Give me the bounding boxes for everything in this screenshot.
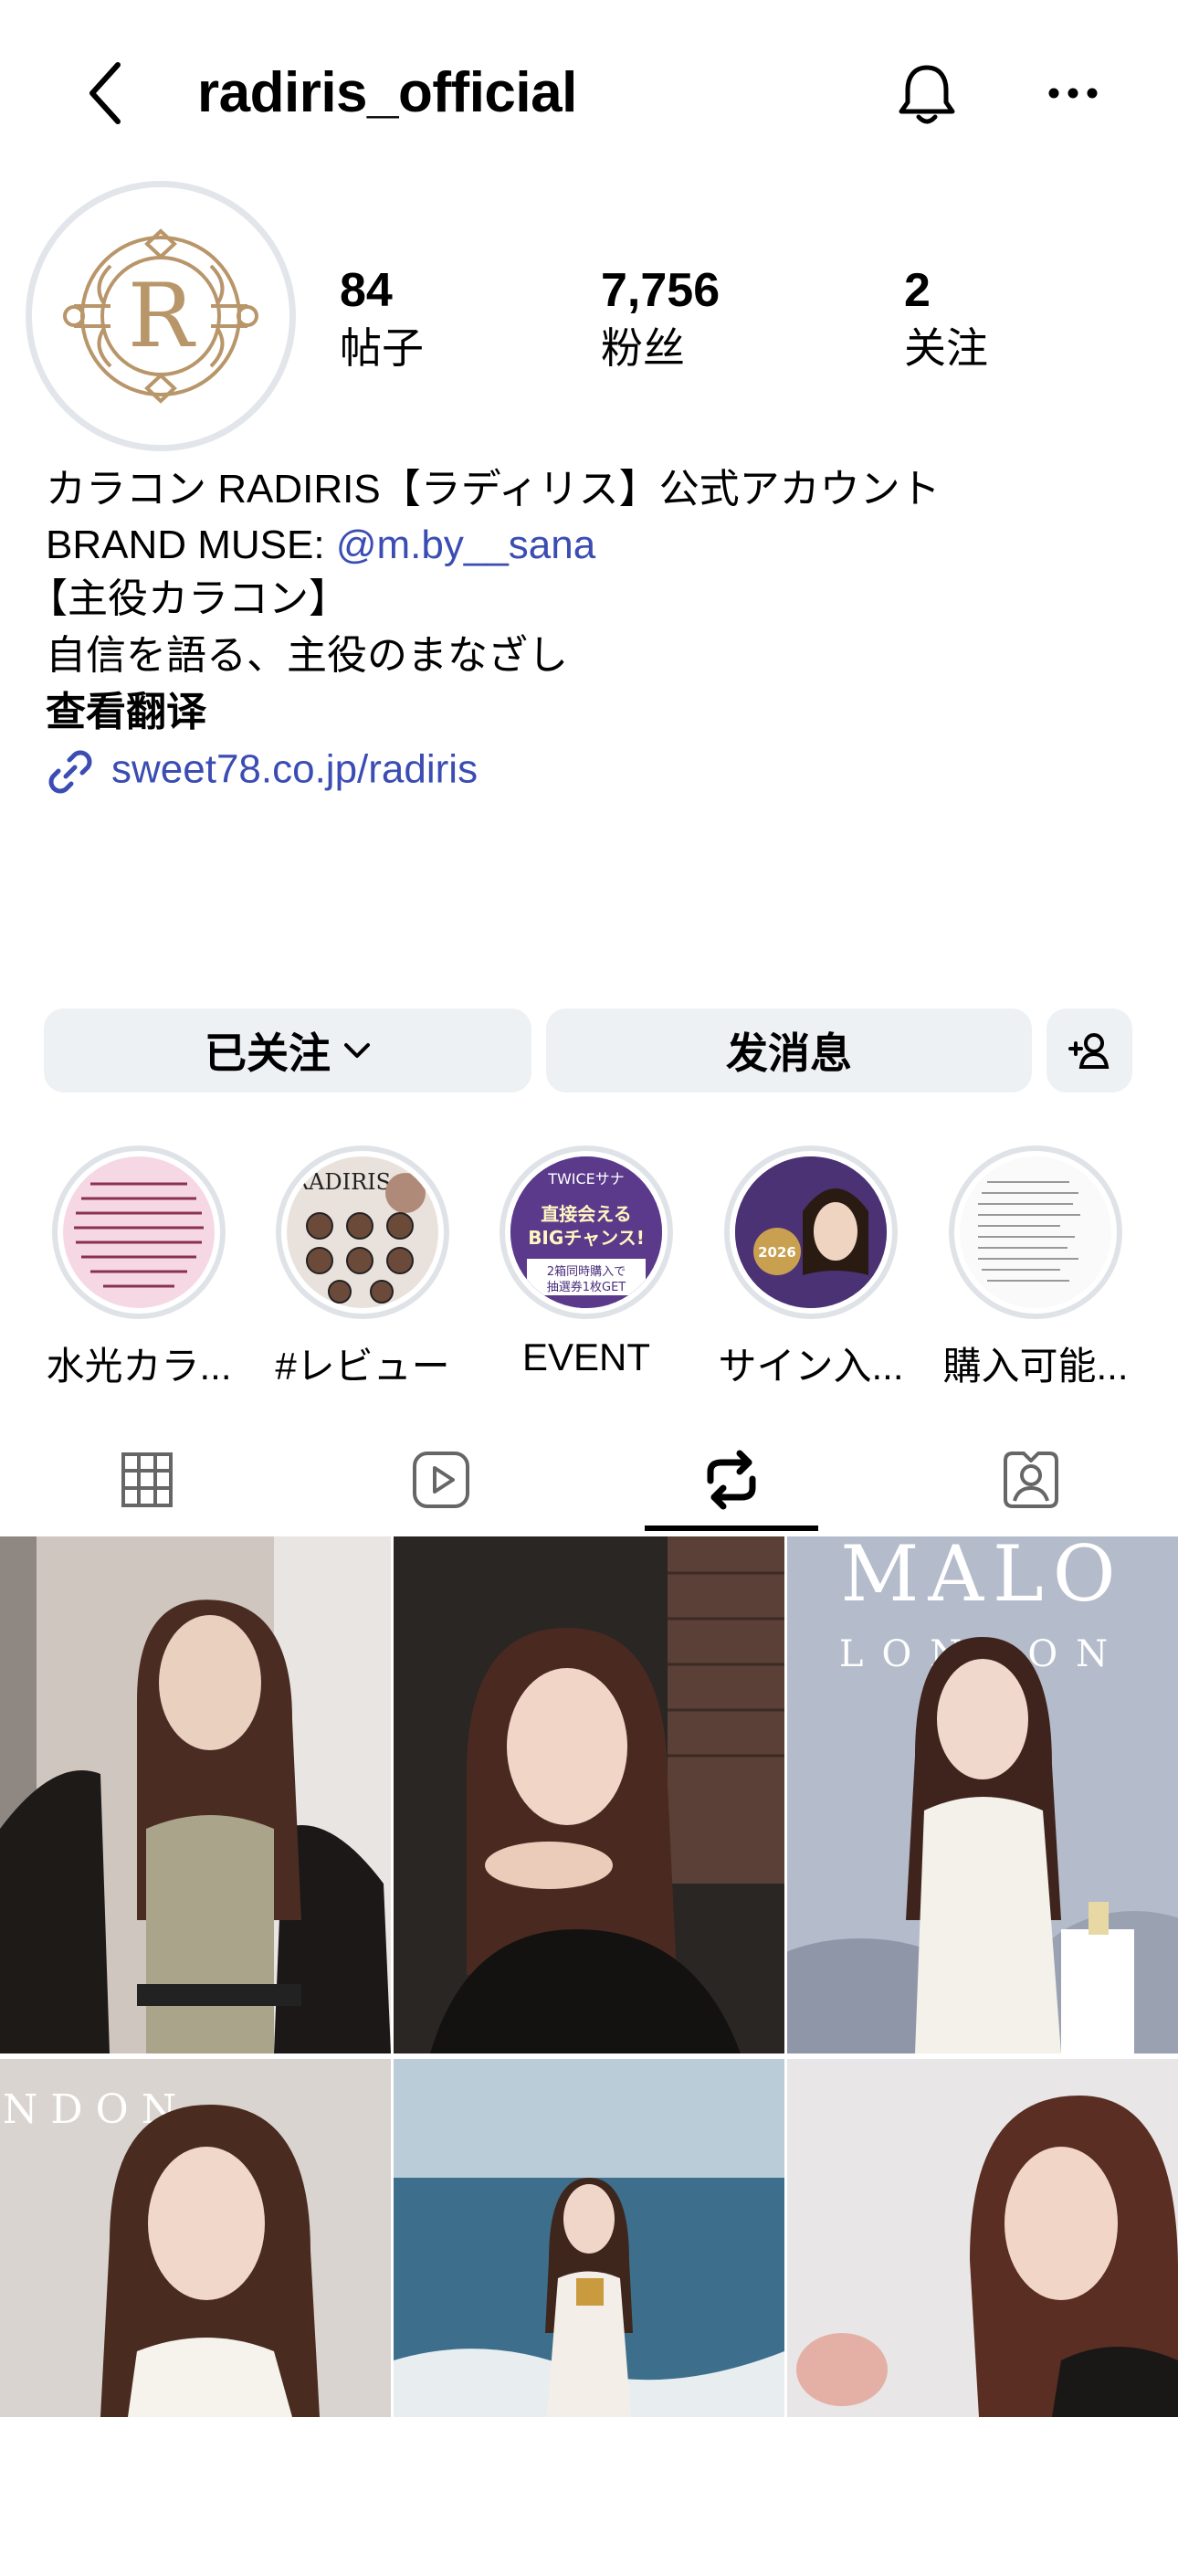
reels-icon	[413, 1452, 469, 1508]
highlight-label: 購入可能...	[942, 1345, 1129, 1388]
post-thumbnail[interactable]	[0, 1536, 391, 2053]
highlight-ring: TWICEサナ 直接会える BIGチャンス! 2箱同時購入で 抽選券1枚GET	[500, 1145, 673, 1319]
svg-text:RADIRIS: RADIRIS	[292, 1169, 391, 1195]
highlight-ring: RADIRIS	[276, 1145, 449, 1319]
bio-website[interactable]: sweet78.co.jp/radiris	[46, 747, 478, 797]
stat-following[interactable]: 2 关注	[904, 267, 988, 369]
bio-brand-muse-label: BRAND MUSE:	[46, 523, 336, 567]
highlight-label: サイン入...	[718, 1345, 904, 1388]
profile-tabs	[0, 1425, 1178, 1535]
tab-reposts[interactable]	[584, 1425, 878, 1535]
bell-icon	[899, 65, 955, 124]
notification-button[interactable]	[886, 57, 968, 133]
following-count: 2	[904, 264, 931, 317]
post-thumbnail[interactable]	[394, 1536, 784, 2053]
highlight-item[interactable]: 2026 サイン入...	[718, 1145, 904, 1391]
avatar[interactable]: R	[26, 181, 296, 451]
svg-text:TWICEサナ: TWICEサナ	[547, 1170, 625, 1188]
see-translation-link[interactable]: 查看翻译	[46, 690, 206, 734]
stat-posts[interactable]: 84 帖子	[340, 267, 424, 369]
bio-line-4: 自信を語る、主役のまなざし	[46, 633, 568, 678]
highlight-cover-image: TWICEサナ 直接会える BIGチャンス! 2箱同時購入で 抽選券1枚GET	[510, 1156, 662, 1308]
post-thumbnail[interactable]	[787, 2059, 1178, 2576]
highlight-item[interactable]: TWICEサナ 直接会える BIGチャンス! 2箱同時購入で 抽選券1枚GET …	[495, 1145, 678, 1379]
followers-count: 7,756	[601, 264, 720, 317]
highlight-label: EVENT	[521, 1336, 651, 1378]
active-tab-indicator	[645, 1526, 818, 1531]
highlight-cover-image: 2026	[735, 1156, 887, 1308]
highlight-ring	[949, 1145, 1122, 1319]
link-icon	[48, 750, 92, 794]
svg-text:MALO: MALO	[840, 1536, 1124, 1619]
highlight-ring: 2026	[724, 1145, 898, 1319]
svg-text:2箱同時購入で: 2箱同時購入で	[547, 1264, 626, 1279]
suggested-users-button[interactable]	[1047, 1008, 1132, 1093]
highlight-label: 水光カラ...	[46, 1345, 232, 1388]
post-thumbnail[interactable]: MALO LONDON	[787, 1536, 1178, 2053]
svg-text:BIGチャンス!: BIGチャンス!	[528, 1227, 645, 1249]
radiris-logo-icon: R	[63, 228, 258, 404]
highlight-label: #レビュー	[275, 1345, 450, 1388]
bio-line-1: カラコン RADIRIS【ラディリス】公式アカウント	[46, 467, 941, 512]
post-thumbnail[interactable]: ONDON	[0, 2059, 391, 2576]
highlight-item[interactable]: RADIRIS #レビュー	[271, 1145, 454, 1391]
highlight-item[interactable]: 水光カラ...	[46, 1145, 232, 1391]
posts-count: 84	[340, 264, 393, 317]
chevron-down-icon	[343, 1041, 371, 1060]
tab-reels[interactable]	[294, 1425, 588, 1535]
followers-label: 粉丝	[601, 324, 685, 372]
highlight-ring	[52, 1145, 226, 1319]
bio-line-2: BRAND MUSE: @m.by__sana	[46, 523, 595, 567]
repost-icon	[707, 1450, 756, 1510]
svg-text:2026: 2026	[758, 1244, 796, 1261]
svg-text:抽選券1枚GET: 抽選券1枚GET	[547, 1280, 626, 1294]
stat-followers[interactable]: 7,756 粉丝	[601, 267, 720, 369]
svg-text:直接会える: 直接会える	[541, 1203, 631, 1225]
grid-icon	[121, 1452, 173, 1507]
mention-link[interactable]: @m.by__sana	[336, 523, 595, 567]
more-horizontal-icon	[1048, 88, 1098, 99]
tab-posts-grid[interactable]	[0, 1425, 294, 1535]
tab-tagged[interactable]	[884, 1425, 1178, 1535]
highlight-item[interactable]: 購入可能...	[942, 1145, 1129, 1391]
following-label: 关注	[904, 324, 988, 372]
following-button[interactable]: 已关注	[44, 1008, 531, 1093]
highlight-cover-image: RADIRIS	[287, 1156, 438, 1308]
bio-line-3: 【主役カラコン】	[27, 576, 349, 621]
chevron-left-icon	[89, 62, 121, 124]
following-label: 已关注	[205, 1029, 331, 1077]
message-button[interactable]: 发消息	[546, 1008, 1032, 1093]
highlight-cover-image	[960, 1156, 1111, 1308]
tagged-person-icon	[1004, 1452, 1058, 1508]
website-link-text[interactable]: sweet78.co.jp/radiris	[111, 747, 478, 792]
more-options-button[interactable]	[1032, 66, 1114, 121]
highlight-cover-image	[63, 1156, 215, 1308]
page-title: radiris_official	[197, 61, 577, 124]
add-person-icon	[1068, 1033, 1110, 1069]
post-thumbnail[interactable]	[394, 2059, 784, 2576]
svg-text:R: R	[128, 265, 196, 367]
back-button[interactable]	[73, 57, 137, 130]
posts-label: 帖子	[340, 324, 424, 372]
